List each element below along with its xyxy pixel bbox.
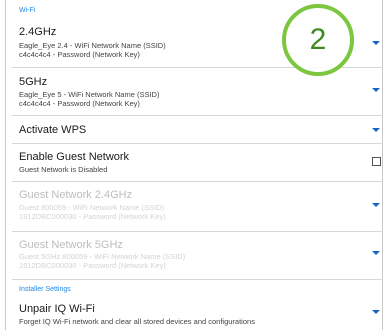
password-text: c4c4c4c4 - Password (Network Key) bbox=[19, 99, 140, 108]
guest-status-text: Guest Network is Disabled bbox=[19, 165, 108, 174]
chevron-down-icon[interactable] bbox=[372, 41, 380, 45]
wifi-settings-panel: Wi-Fi 2.4GHz Eagle_Eye 2.4 - WiFi Networ… bbox=[5, 0, 383, 330]
ssid-text: Eagle_Eye 2.4 - WiFi Network Name (SSID) bbox=[19, 41, 166, 50]
chevron-down-icon[interactable] bbox=[372, 251, 380, 255]
wifi-section-label: Wi-Fi bbox=[19, 7, 36, 14]
row-title: 5GHz bbox=[19, 76, 48, 88]
unpair-iq-wifi-row[interactable]: Unpair IQ Wi-Fi Forget IQ Wi-Fi network … bbox=[12, 297, 383, 330]
password-text: 1912DBC000030 - Password (Network Key) bbox=[19, 261, 166, 270]
guest-network-checkbox[interactable] bbox=[372, 157, 381, 166]
wifi-5ghz-row[interactable]: 5GHz Eagle_Eye 5 - WiFi Network Name (SS… bbox=[12, 68, 383, 116]
activate-wps-row[interactable]: Activate WPS bbox=[12, 116, 383, 144]
guest-5ghz-row[interactable]: Guest Network 5GHz Guest 5GHz 800059 - W… bbox=[12, 232, 383, 280]
row-title: Guest Network 5GHz bbox=[19, 239, 123, 251]
enable-guest-network-row[interactable]: Enable Guest Network Guest Network is Di… bbox=[12, 144, 383, 182]
password-text: c4c4c4c4 - Password (Network Key) bbox=[19, 50, 140, 59]
row-title: Enable Guest Network bbox=[19, 151, 130, 163]
ssid-text: Guest 5GHz 800059 - WiFi Network Name (S… bbox=[19, 252, 186, 261]
chevron-down-icon[interactable] bbox=[372, 203, 380, 207]
chevron-down-icon[interactable] bbox=[372, 310, 380, 314]
guest-24ghz-row[interactable]: Guest Network 2.4GHz Guest 800059 - WiFi… bbox=[12, 182, 383, 232]
chevron-down-icon[interactable] bbox=[372, 128, 380, 132]
row-title: Guest Network 2.4GHz bbox=[19, 189, 133, 201]
chevron-down-icon[interactable] bbox=[372, 88, 380, 92]
row-title: Unpair IQ Wi-Fi bbox=[19, 303, 95, 315]
row-title: Activate WPS bbox=[19, 124, 87, 136]
row-title: 2.4GHz bbox=[19, 26, 57, 38]
unpair-description: Forget IQ Wi-Fi network and clear all st… bbox=[19, 317, 255, 326]
password-text: 1912DBC000030 - Password (Network Key) bbox=[19, 212, 166, 221]
step-number-badge: 2 bbox=[282, 4, 354, 76]
installer-section-label: Installer Settings bbox=[19, 286, 71, 293]
ssid-text: Eagle_Eye 5 - WiFi Network Name (SSID) bbox=[19, 90, 160, 99]
ssid-text: Guest 800059 - WiFi Network Name (SSID) bbox=[19, 203, 165, 212]
